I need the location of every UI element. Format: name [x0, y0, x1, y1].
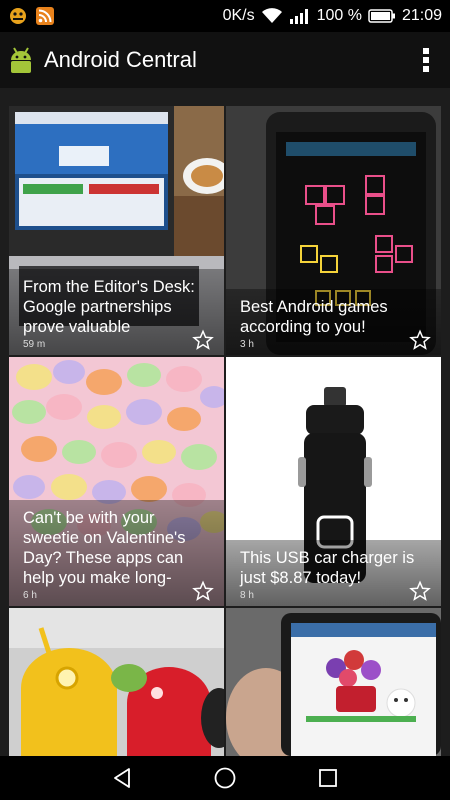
android-status-icon: [8, 6, 28, 26]
article-headline: Can't be with your sweetie on Valentine'…: [23, 509, 186, 587]
article-card[interactable]: [226, 608, 441, 756]
phone-flowers-image: [226, 608, 441, 756]
article-card[interactable]: Best Android games according to you! 3 h: [226, 106, 441, 355]
battery-icon: [368, 8, 396, 24]
article-card[interactable]: [9, 608, 224, 756]
article-headline: Best Android games according to you!: [240, 298, 388, 336]
battery-percent: 100 %: [316, 7, 362, 24]
article-time: 8 h: [240, 590, 254, 601]
app-title: Android Central: [44, 47, 197, 72]
article-card[interactable]: From the Editor's Desk: Google partnersh…: [9, 106, 224, 355]
overflow-menu-icon: [422, 47, 430, 73]
rss-icon: [36, 7, 54, 25]
android-figures-image: [9, 608, 224, 756]
article-time: 6 h: [23, 590, 37, 601]
favorite-star-icon[interactable]: [192, 580, 214, 602]
overflow-menu-button[interactable]: [410, 40, 442, 80]
back-button[interactable]: [100, 756, 144, 800]
article-headline: From the Editor's Desk: Google partnersh…: [23, 278, 195, 336]
article-time: 59 m: [23, 339, 46, 350]
android-logo-icon: [8, 45, 34, 75]
favorite-star-icon[interactable]: [409, 580, 431, 602]
recents-button[interactable]: [306, 756, 350, 800]
favorite-star-icon[interactable]: [192, 329, 214, 351]
article-card[interactable]: This USB car charger is just $8.87 today…: [226, 357, 441, 606]
favorite-star-icon[interactable]: [409, 329, 431, 351]
navigation-bar: [0, 756, 450, 800]
article-headline: This USB car charger is just $8.87 today…: [240, 549, 415, 587]
article-grid: From the Editor's Desk: Google partnersh…: [0, 88, 450, 756]
back-icon: [113, 768, 130, 788]
signal-icon: [289, 7, 311, 25]
article-time: 3 h: [240, 339, 254, 350]
clock: 21:09: [401, 7, 442, 24]
status-system-icons: 0K/s 100 % 21:09: [223, 7, 442, 25]
home-icon: [214, 767, 236, 789]
status-bar: 0K/s 100 % 21:09: [0, 0, 450, 32]
network-speed: 0K/s: [222, 7, 255, 24]
wifi-icon: [261, 7, 283, 25]
app-bar: Android Central: [0, 32, 450, 88]
recents-icon: [319, 769, 338, 787]
status-notification-icons: [8, 6, 54, 26]
home-button[interactable]: [203, 756, 247, 800]
article-card[interactable]: Can't be with your sweetie on Valentine'…: [9, 357, 224, 606]
